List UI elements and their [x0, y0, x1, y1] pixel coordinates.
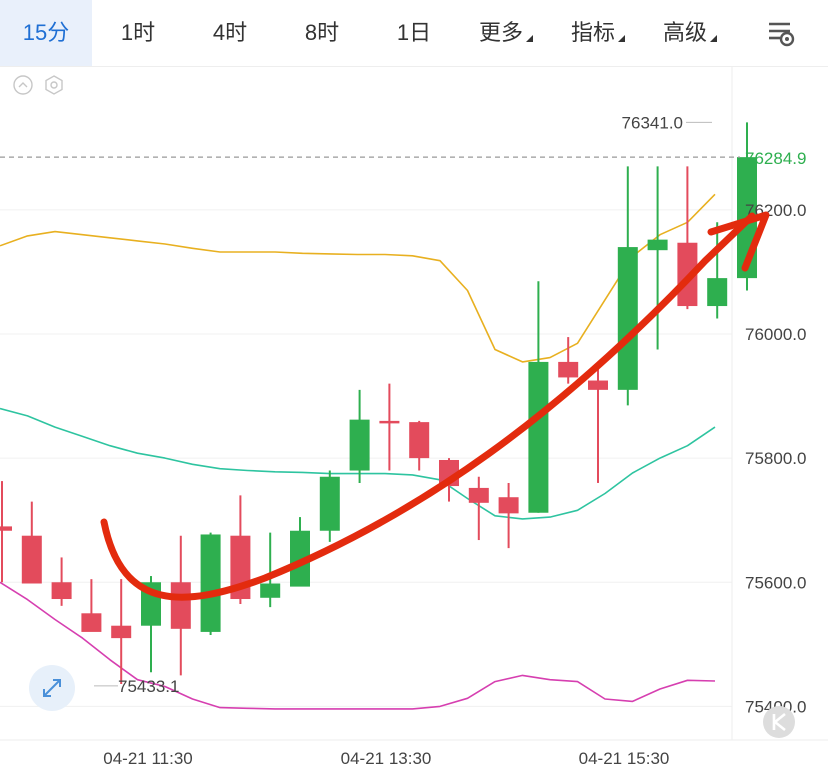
settings-sliders-icon — [769, 22, 795, 47]
candle-body — [260, 583, 281, 598]
k-logo — [763, 706, 795, 738]
min-price-label: 75433.1 — [118, 677, 179, 696]
collapse-arrow-icon — [13, 75, 33, 95]
candle-up — [528, 281, 549, 513]
tab-indicators[interactable]: 指标 — [552, 0, 644, 66]
dropdown-caret-icon — [526, 35, 533, 42]
candle-body — [498, 497, 519, 514]
tab-1d[interactable]: 1日 — [368, 0, 460, 66]
candle-down — [51, 557, 72, 606]
candle-down — [498, 482, 519, 549]
candle-body — [349, 419, 370, 471]
candle-body — [528, 361, 549, 513]
candle-down — [81, 579, 102, 632]
candles — [0, 122, 757, 685]
candle-body — [21, 535, 42, 584]
candle-down — [588, 369, 608, 483]
time-tick-label: 04-21 11:30 — [103, 749, 192, 768]
candle-up — [349, 389, 370, 483]
price-tick-label: 76000.0 — [745, 325, 806, 344]
time-tick-label: 04-21 13:30 — [341, 749, 432, 768]
max-price-label: 76341.0 — [622, 113, 683, 132]
dropdown-caret-icon — [618, 35, 625, 42]
candle-down — [0, 481, 12, 583]
candle-body — [319, 476, 340, 531]
candle-up — [617, 166, 638, 406]
candle-up — [319, 470, 340, 542]
indicator-settings-button[interactable] — [45, 75, 63, 95]
collapse-arrow-icon-chevron — [18, 82, 28, 88]
tab-label: 4时 — [212, 20, 248, 45]
candle-body — [111, 625, 132, 639]
candle-up — [200, 532, 221, 636]
tab-label: 高级 — [662, 20, 707, 45]
tab-label: 8时 — [304, 20, 340, 45]
tab-advanced[interactable]: 高级 — [644, 0, 736, 66]
candle-down — [379, 383, 400, 471]
hexagon-settings-icon-center — [50, 81, 58, 89]
candle-body — [647, 239, 668, 251]
current-price-label: 76284.9 — [745, 149, 806, 168]
hexagon-settings-icon — [45, 75, 63, 95]
candle-down — [111, 579, 132, 685]
candle-body — [170, 582, 191, 629]
fullscreen-button[interactable] — [29, 665, 75, 711]
tab-more[interactable]: 更多 — [460, 0, 552, 66]
candle-down — [409, 420, 430, 471]
candle-up — [707, 222, 728, 319]
tab-8h[interactable]: 8时 — [276, 0, 368, 66]
timeframe-tab-bar: 15分 1时 4时 8时 1日 更多 指标 高级 — [0, 0, 828, 67]
candle-down — [21, 501, 42, 584]
k-logo-icon — [763, 706, 795, 738]
candle-body — [81, 613, 102, 632]
chart-area[interactable]: 76341.0 75433.1 76284.9 76200.0 76000.0 75… — [0, 66, 828, 778]
price-tick-label: 75800.0 — [745, 449, 806, 468]
candlestick-chart[interactable]: 76341.0 75433.1 76284.9 76200.076000.075… — [0, 66, 828, 778]
candle-down — [170, 535, 191, 676]
price-axis-labels: 76200.076000.075800.075600.075400.0 — [745, 201, 806, 717]
candle-body — [379, 420, 400, 424]
candle-body — [0, 526, 12, 531]
time-axis-labels: 04-21 11:30 04-21 13:30 04-21 15:30 — [103, 749, 669, 768]
candle-up — [647, 166, 668, 350]
tab-label: 更多 — [478, 20, 523, 45]
candle-body — [617, 247, 638, 390]
tab-4h[interactable]: 4时 — [184, 0, 276, 66]
dropdown-caret-icon — [710, 35, 717, 42]
price-tick-label: 75600.0 — [745, 573, 806, 592]
tab-label: 1时 — [120, 20, 156, 45]
candle-up — [290, 517, 310, 587]
chart-settings-button[interactable] — [766, 18, 798, 48]
tab-1h[interactable]: 1时 — [92, 0, 184, 66]
candle-body — [409, 422, 430, 459]
tab-label: 1日 — [396, 20, 432, 45]
tab-label: 15分 — [22, 20, 70, 45]
lower-band-line — [0, 581, 716, 710]
candle-body — [200, 534, 221, 632]
candle-body — [588, 380, 608, 390]
candle-body — [51, 582, 72, 600]
candle-body — [468, 487, 489, 503]
candle-body — [707, 278, 728, 307]
tab-label: 指标 — [570, 20, 615, 45]
upper-band-line — [0, 193, 716, 363]
tab-15min[interactable]: 15分 — [0, 0, 92, 66]
candle-body — [558, 361, 579, 378]
time-tick-label: 04-21 15:30 — [579, 749, 670, 768]
candle-down — [468, 476, 489, 541]
collapse-indicator-button[interactable] — [13, 75, 33, 95]
